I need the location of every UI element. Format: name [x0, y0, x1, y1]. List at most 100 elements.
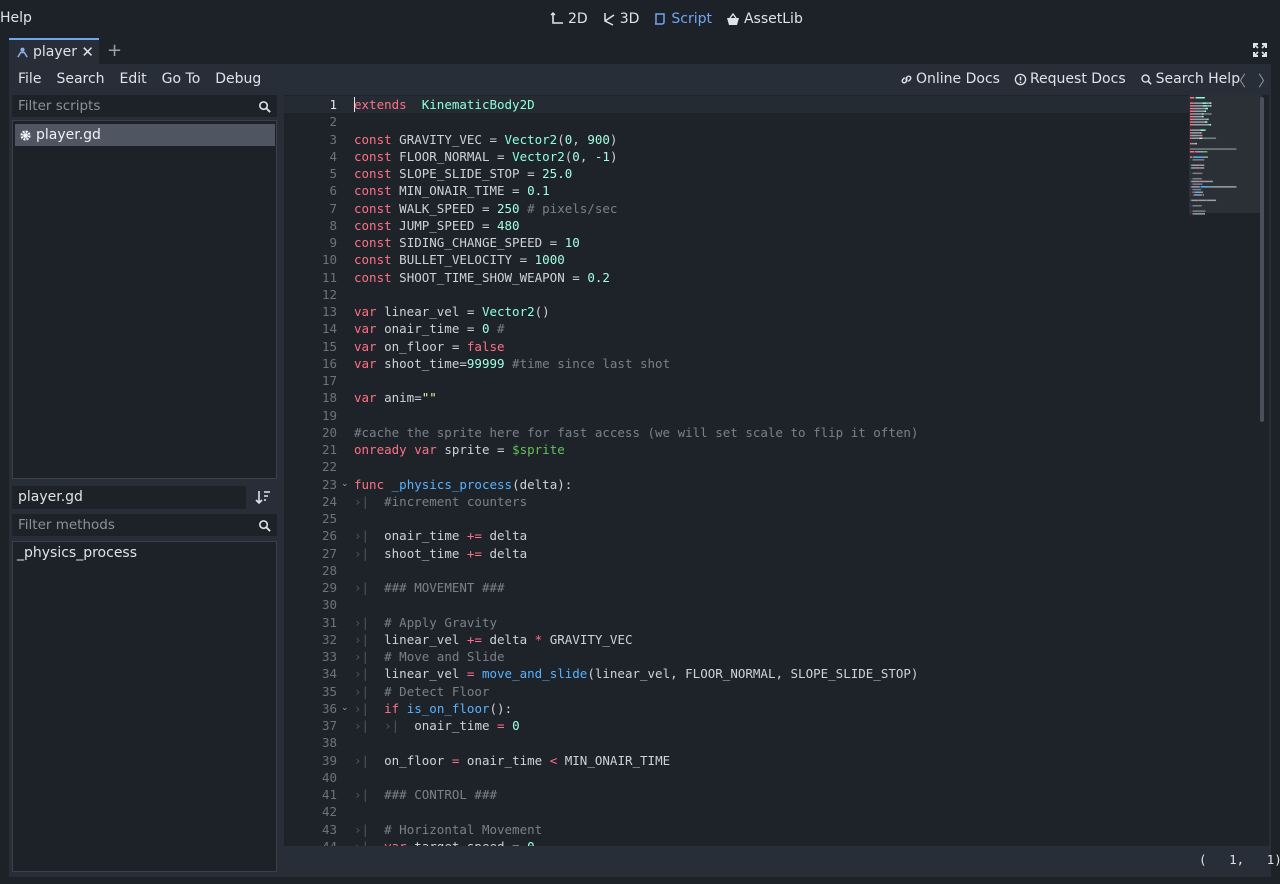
vertical-scrollbar[interactable] — [1260, 97, 1264, 422]
sort-icon[interactable] — [255, 489, 271, 505]
search-help-button[interactable]: Search Help — [1140, 71, 1240, 87]
minimap-token — [1203, 151, 1208, 153]
3d-icon — [603, 13, 615, 26]
help-menu[interactable]: Help — [0, 10, 32, 26]
menu-file[interactable]: File — [18, 71, 41, 87]
workspace-2d-label: 2D — [568, 11, 588, 27]
filter-scripts-input[interactable]: Filter scripts — [12, 95, 277, 117]
line-number: 10 — [321, 252, 337, 268]
line-number: 41 — [321, 787, 337, 802]
minimap-token — [1198, 199, 1199, 202]
minimap-token — [1201, 115, 1204, 118]
gear-icon — [20, 129, 31, 141]
fold-arrow-icon[interactable]: ⌄ — [341, 476, 349, 493]
code-editor[interactable]: 1 2 3 4 5 6 7 8 9 10 11 12 13 14 15 16 17 18 19 20 21 22 23 ⌄ 24… — [284, 95, 1269, 846]
minimap-token — [1207, 118, 1209, 121]
help-search-icon — [1140, 73, 1152, 85]
link-icon — [901, 75, 912, 83]
code-line: const WALK_SPEED = 250 # pixels/sec — [354, 200, 618, 216]
code-line: var linear_vel = Vector2() — [354, 304, 550, 319]
back-arrow-icon[interactable]: 〈 — [1231, 70, 1246, 91]
minimap-token — [1190, 148, 1237, 150]
minimap-token — [1193, 102, 1203, 104]
minimap-token — [1190, 186, 1192, 188]
minimap-token — [1204, 121, 1208, 123]
line-number: 38 — [321, 735, 337, 751]
minimap-token — [1190, 121, 1194, 123]
minimap-token — [1201, 191, 1204, 193]
workspace-2d-button[interactable]: 2D — [550, 9, 588, 29]
minimap-token — [1191, 142, 1196, 145]
workspace-3d-button[interactable]: 3D — [602, 9, 640, 29]
script-icon — [655, 13, 666, 25]
menu-debug[interactable]: Debug — [215, 71, 261, 87]
line-number: 43 — [321, 821, 337, 837]
filter-methods-input[interactable]: Filter methods — [12, 514, 277, 536]
workspace-assetlib-button[interactable]: AssetLib — [726, 9, 803, 29]
minimap-token — [1190, 134, 1192, 137]
line-number: 9 — [329, 235, 337, 250]
line-number: 42 — [321, 804, 337, 820]
minimap-token — [1191, 167, 1200, 169]
code-line: ›| shoot_time += delta — [354, 545, 528, 561]
line-number: 39 — [321, 752, 337, 768]
minimap-token — [1193, 105, 1204, 107]
minimap-token — [1191, 199, 1199, 202]
line-number: 14 — [321, 321, 337, 337]
search-icon — [259, 519, 271, 532]
minimap-token — [1206, 199, 1217, 202]
line-number: 3 — [329, 131, 337, 147]
method-list-item[interactable]: _physics_process — [17, 545, 137, 561]
close-tab-icon[interactable]: ✕ — [81, 43, 94, 61]
scene-tab-player[interactable]: player ✕ — [9, 38, 99, 64]
line-number: 32 — [321, 631, 337, 647]
minimap-token — [1190, 178, 1192, 180]
fold-arrow-icon[interactable]: ⌄ — [341, 700, 349, 717]
menu-edit[interactable]: Edit — [120, 71, 147, 87]
fullscreen-icon[interactable] — [1252, 42, 1268, 58]
minimap-token — [1190, 159, 1192, 161]
workspace-3d-label: 3D — [619, 11, 640, 27]
minimap-token — [1201, 113, 1204, 115]
minimap-token — [1193, 107, 1206, 110]
minimap-token — [1190, 102, 1194, 104]
line-number: 26 — [321, 528, 337, 544]
line-number: 8 — [329, 217, 337, 233]
menu-search[interactable]: Search — [56, 71, 104, 87]
history-navigation: 〈 〉 — [1231, 70, 1273, 91]
code-line: ›| var target_speed = 0 — [354, 838, 535, 846]
line-number: 31 — [321, 614, 337, 630]
forward-arrow-icon[interactable]: 〉 — [1258, 70, 1273, 91]
code-line: ›| if is_on_floor(): — [354, 700, 513, 716]
workspace-script-button[interactable]: Script — [653, 9, 712, 29]
minimap-token — [1190, 205, 1192, 207]
minimap[interactable] — [1189, 95, 1262, 375]
code-line: const SLOPE_SLIDE_STOP = 25.0 — [354, 166, 573, 181]
code-line: ›| onair_time += delta — [354, 528, 528, 544]
request-docs-button[interactable]: Request Docs — [1014, 71, 1126, 87]
minimap-token — [1209, 124, 1212, 126]
minimap-token — [1190, 183, 1192, 185]
code-line: ›| #increment counters — [354, 493, 528, 509]
code-line: var anim="" — [354, 390, 437, 406]
code-line: ›| linear_vel = move_and_slide(linear_ve… — [354, 666, 919, 682]
add-tab-button[interactable]: + — [107, 40, 122, 61]
line-number: 25 — [321, 511, 337, 526]
minimap-token — [1193, 113, 1202, 115]
minimap-token — [1193, 124, 1210, 126]
minimap-token — [1190, 142, 1192, 145]
minimap-token — [1192, 178, 1202, 180]
line-number: 7 — [329, 200, 337, 216]
online-docs-button[interactable]: Online Docs — [900, 71, 1000, 87]
minimap-token — [1194, 191, 1202, 193]
minimap-token — [1190, 172, 1192, 175]
code-line: ›| ### MOVEMENT ### — [354, 580, 505, 595]
minimap-token — [1211, 102, 1212, 104]
script-list-item[interactable]: player.gd — [15, 124, 275, 146]
minimap-token — [1192, 188, 1202, 191]
line-number: 33 — [321, 649, 337, 664]
minimap-token — [1190, 194, 1192, 196]
minimap-token — [1198, 199, 1207, 202]
line-number: 24 — [321, 493, 337, 509]
menu-goto[interactable]: Go To — [162, 71, 201, 87]
